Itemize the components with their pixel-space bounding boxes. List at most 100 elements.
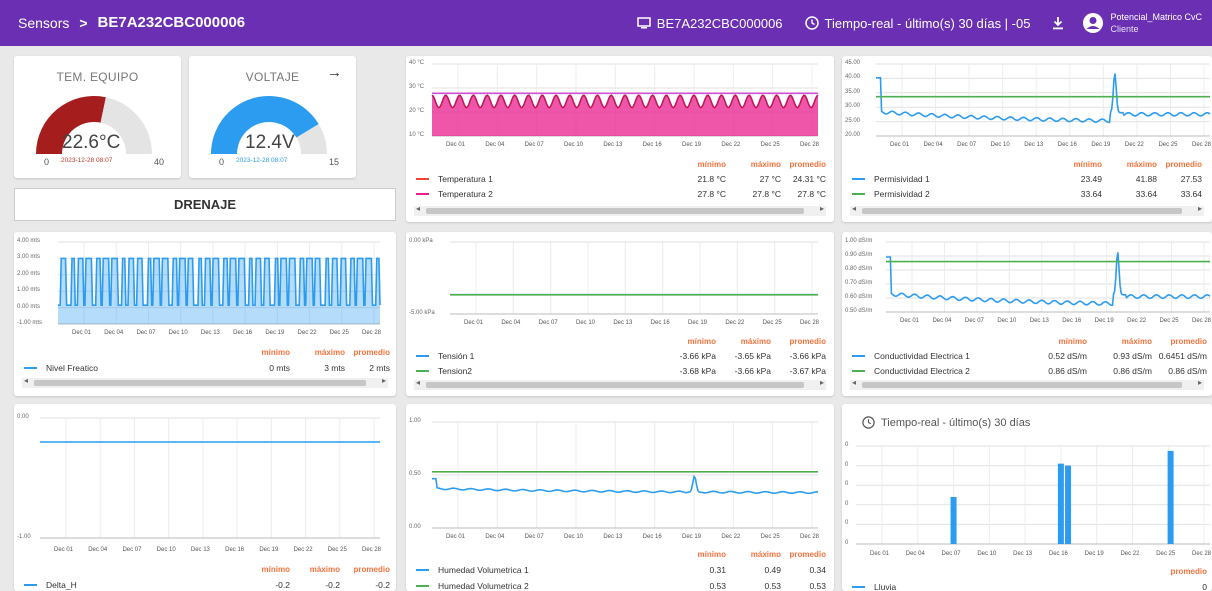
stats-header-min: mínimo (1058, 337, 1087, 346)
chart-card-lluvia: 0 0 0 0 0 0 Dec 01 Dec 04 Dec 07 Dec 10 Dec 13 Dec … (842, 404, 1212, 591)
y-tick-label: 4.00 mts (17, 238, 41, 244)
legend-label: Humedad Volumetrica 1 (438, 565, 529, 575)
x-tick-label: Dec 10 (564, 142, 584, 148)
scroll-right-icon[interactable]: ▸ (820, 204, 824, 213)
legend-swatch (852, 178, 865, 180)
scroll-right-icon[interactable]: ▸ (1198, 378, 1202, 387)
legend-label: Permisividad 2 (874, 189, 930, 199)
legend-row[interactable]: Tension2 -3.68 kPa -3.66 kPa -3.67 kPa (416, 366, 834, 376)
legend-row[interactable]: Lluvia 0 (852, 582, 1212, 591)
scrollbar-thumb[interactable] (426, 208, 804, 214)
x-tick-label: Dec 19 (682, 534, 702, 540)
time-range-selector[interactable]: Tiempo-real - último(s) 30 días | -05 (804, 16, 1030, 31)
y-tick-label: 0.50 dS/m (845, 308, 873, 314)
scroll-right-icon[interactable]: ▸ (820, 378, 824, 387)
horizontal-scrollbar[interactable]: ◂ ▸ (414, 204, 826, 216)
scroll-left-icon[interactable]: ◂ (416, 378, 420, 387)
scrollbar-thumb[interactable] (862, 208, 1182, 214)
legend-row[interactable]: Temperatura 2 27.8 °C 27.8 °C 27.8 °C (416, 189, 834, 199)
x-tick-label: Dec 01 (446, 534, 466, 540)
scroll-right-icon[interactable]: ▸ (1198, 204, 1202, 213)
x-tick-label: Dec 25 (1159, 318, 1179, 324)
user-menu[interactable]: Potencial_Matrico CvC Cliente (1082, 11, 1212, 35)
realtime-title: Tiempo-real - último(s) 30 días (862, 416, 1030, 429)
x-tick-label: Dec 22 (1120, 551, 1140, 557)
legend-swatch (852, 586, 865, 588)
series-line-0 (886, 252, 1211, 307)
y-tick-label: -1.00 (17, 534, 31, 540)
device-icon (637, 17, 651, 29)
y-tick-label: 0.00 kPa (409, 238, 433, 244)
legend-row[interactable]: Nivel Freatico 0 mts 3 mts 2 mts (24, 363, 396, 373)
legend-row[interactable]: Humedad Volumetrica 1 0.31 0.49 0.34 (416, 565, 834, 575)
x-tick-label: Dec 25 (1156, 551, 1176, 557)
x-tick-label: Dec 25 (760, 534, 780, 540)
x-tick-label: Dec 04 (932, 318, 952, 324)
x-tick-label: Dec 25 (329, 330, 349, 336)
y-tick-label: 0.00 (409, 524, 421, 530)
legend-row[interactable]: Permisividad 1 23.49 41.88 27.53 (852, 174, 1212, 184)
gauge-max: 40 (154, 157, 165, 167)
x-tick-label: Dec 19 (682, 142, 702, 148)
legend-row[interactable]: Conductividad Electrica 1 0.52 dS/m 0.93 d… (852, 351, 1212, 361)
y-tick-label: 0.60 dS/m (845, 294, 873, 300)
stat-avg: 0.34 (809, 565, 826, 575)
x-tick-label: Dec 16 (642, 534, 662, 540)
x-tick-label: Dec 10 (564, 534, 584, 540)
stat-avg: 0.53 (809, 581, 826, 591)
device-chip[interactable]: BE7A232CBC000006 (637, 16, 783, 31)
breadcrumb-separator: > (79, 14, 88, 31)
stat-min: 0.86 dS/m (1048, 366, 1087, 376)
scroll-left-icon[interactable]: ◂ (24, 376, 28, 385)
horizontal-scrollbar[interactable]: ◂ ▸ (850, 378, 1204, 390)
legend-row[interactable]: Conductividad Electrica 2 0.86 dS/m 0.86 d… (852, 366, 1212, 376)
scrollbar-thumb[interactable] (34, 380, 366, 386)
scroll-left-icon[interactable]: ◂ (852, 204, 856, 213)
stat-avg: 27.8 °C (797, 189, 826, 199)
gauge-min: 0 (44, 157, 50, 167)
scroll-left-icon[interactable]: ◂ (416, 204, 420, 213)
horizontal-scrollbar[interactable]: ◂ ▸ (22, 376, 388, 388)
download-icon (1053, 17, 1064, 30)
scroll-left-icon[interactable]: ◂ (852, 378, 856, 387)
legend-row[interactable]: Tensión 1 -3.66 kPa -3.65 kPa -3.66 kPa (416, 351, 834, 361)
x-tick-label: Dec 16 (1057, 142, 1077, 148)
chart-card-nivel: 4.00 mts 3.00 mts 2.00 mts 1.00 mts 0.00 mts… (14, 232, 396, 396)
legend-row[interactable]: Permisividad 2 33.64 33.64 33.64 (852, 189, 1212, 199)
clock-icon (862, 416, 875, 429)
scroll-right-icon[interactable]: ▸ (382, 376, 386, 385)
legend-label: Tension2 (438, 366, 473, 376)
legend-swatch (416, 178, 429, 180)
gauge-value: 22.6°C (62, 132, 121, 153)
horizontal-scrollbar[interactable]: ◂ ▸ (414, 378, 826, 390)
chart-card-conductividad: 1.00 dS/m 0.90 dS/m 0.80 dS/m 0.70 dS/m 0.60… (842, 232, 1212, 396)
x-tick-label: Dec 04 (485, 534, 505, 540)
chart-card-temperatura: 40 °C 30 °C 20 °C 10 °C Dec 01 Dec 04 Dec 07 De… (406, 56, 834, 222)
drenaje-button[interactable]: DRENAJE (14, 188, 396, 221)
stat-avg: 27.53 (1180, 174, 1202, 184)
legend-label: Lluvia (874, 582, 897, 591)
legend-label: Nivel Freatico (46, 363, 98, 373)
x-tick-label: Dec 04 (485, 142, 505, 148)
y-tick-label: 30 °C (409, 84, 425, 90)
y-tick-label: 40.00 (845, 74, 861, 81)
y-tick-label: 0 (845, 500, 849, 507)
download-button[interactable] (1052, 16, 1064, 30)
horizontal-scrollbar[interactable]: ◂ ▸ (850, 204, 1204, 216)
x-tick-label: Dec 22 (297, 330, 317, 336)
x-tick-label: Dec 28 (800, 534, 820, 540)
x-tick-label: Dec 13 (603, 534, 623, 540)
y-tick-label: 35.00 (845, 88, 861, 95)
rain-bar (1167, 450, 1174, 544)
x-tick-label: Dec 01 (900, 318, 920, 324)
stat-avg: 33.64 (1180, 189, 1202, 199)
legend-row[interactable]: Humedad Volumetrica 2 0.53 0.53 0.53 (416, 581, 834, 591)
x-tick-label: Dec 25 (760, 142, 780, 148)
chart-humedad (432, 421, 819, 529)
legend-row[interactable]: Temperatura 1 21.8 °C 27 °C 24.31 °C (416, 174, 834, 184)
x-tick-label: Dec 01 (54, 547, 74, 553)
scrollbar-thumb[interactable] (862, 382, 1182, 388)
breadcrumb-sensors[interactable]: Sensors (18, 15, 69, 31)
scrollbar-thumb[interactable] (426, 382, 804, 388)
legend-row[interactable]: Delta_H -0.2 -0.2 -0.2 (24, 580, 396, 590)
